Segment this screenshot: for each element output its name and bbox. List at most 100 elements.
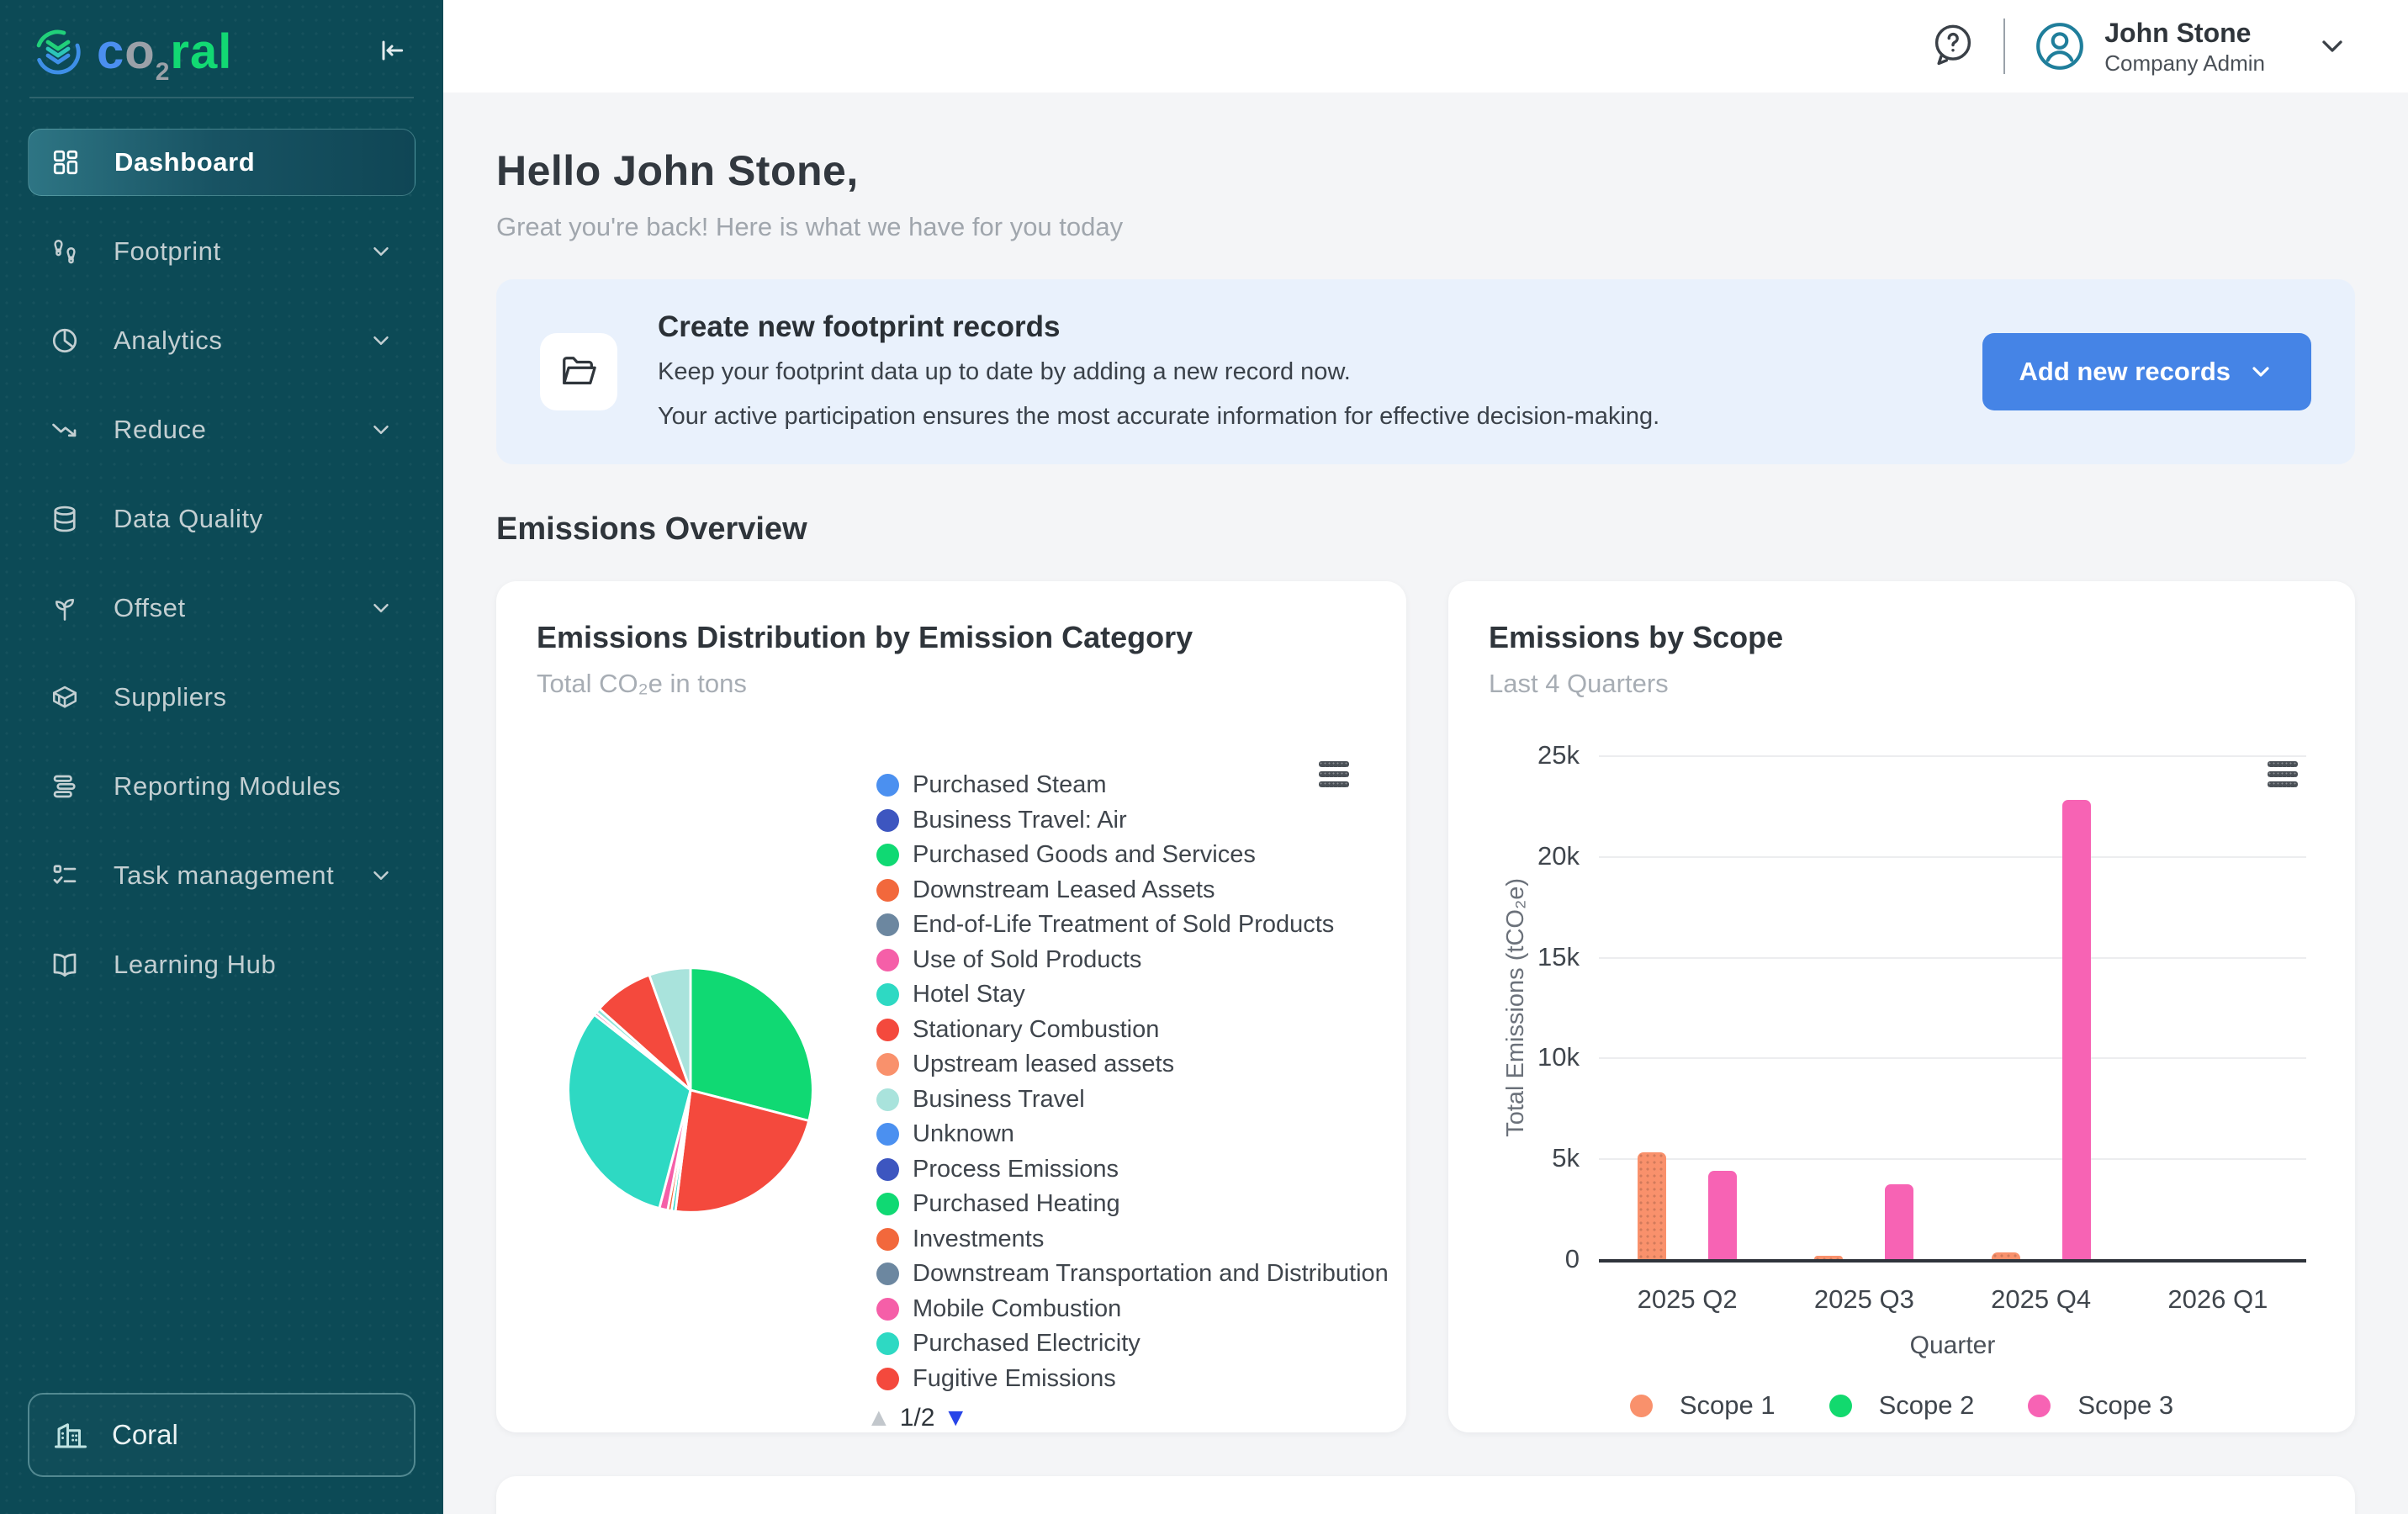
- add-new-records-label: Add new records: [2019, 357, 2231, 387]
- company-button[interactable]: Coral: [28, 1393, 415, 1477]
- sidebar-item-suppliers[interactable]: Suppliers: [28, 664, 415, 731]
- sidebar-item-dashboard[interactable]: Dashboard: [28, 129, 415, 196]
- sidebar-item-offset[interactable]: Offset: [28, 574, 415, 642]
- legend-dot: [876, 1368, 899, 1390]
- legend-item[interactable]: Unknown: [876, 1117, 1389, 1152]
- sidebar-item-footprint[interactable]: Footprint: [28, 218, 415, 285]
- legend-item[interactable]: Stationary Combustion: [876, 1013, 1389, 1048]
- bar-legend-item[interactable]: Scope 3: [2028, 1390, 2173, 1421]
- legend-label: Mobile Combustion: [913, 1295, 1121, 1323]
- bar-group-2025-q2: [1599, 755, 1776, 1259]
- create-records-banner: Create new footprint records Keep your f…: [496, 279, 2355, 464]
- legend-item[interactable]: Purchased Goods and Services: [876, 838, 1389, 873]
- legend-item[interactable]: Hotel Stay: [876, 977, 1389, 1013]
- coral-logo: co2ral: [31, 24, 232, 80]
- bar-legend-item[interactable]: Scope 1: [1630, 1390, 1776, 1421]
- bar-x-ticks: 2025 Q22025 Q32025 Q42026 Q1: [1599, 1284, 2306, 1315]
- legend-page-down-icon[interactable]: ▼: [943, 1404, 968, 1432]
- chevron-down-icon: [2247, 358, 2274, 385]
- x-axis-line: [1599, 1259, 2306, 1263]
- sidebar-item-data-quality[interactable]: Data Quality: [28, 485, 415, 553]
- legend-item[interactable]: Process Emissions: [876, 1152, 1389, 1188]
- sidebar-item-learning-hub[interactable]: Learning Hub: [28, 931, 415, 998]
- chevron-down-icon: [368, 328, 394, 353]
- add-new-records-button[interactable]: Add new records: [1982, 333, 2312, 410]
- bar-scope-1[interactable]: [1638, 1152, 1666, 1259]
- legend-item[interactable]: Purchased Electricity: [876, 1326, 1389, 1362]
- legend-label: End-of-Life Treatment of Sold Products: [913, 911, 1334, 939]
- bar-chart-card: Emissions by Scope Last 4 Quarters Total…: [1448, 581, 2355, 1432]
- sidebar-item-reporting-modules[interactable]: Reporting Modules: [28, 753, 415, 820]
- pie-card-subtitle: Total CO₂e in tons: [537, 669, 747, 699]
- y-tick-label: 15k: [1448, 942, 1580, 972]
- legend-item[interactable]: Downstream Transportation and Distributi…: [876, 1257, 1389, 1292]
- legend-dot: [876, 1088, 899, 1111]
- y-tick-label: 25k: [1448, 740, 1580, 770]
- bar-plot-area[interactable]: [1599, 755, 2306, 1259]
- bar-group-2025-q3: [1776, 755, 1952, 1259]
- sidebar-item-label: Suppliers: [114, 682, 227, 712]
- sidebar-item-label: Learning Hub: [114, 950, 276, 980]
- bar-legend-item[interactable]: Scope 2: [1829, 1390, 1975, 1421]
- folder-open-icon: [559, 352, 598, 391]
- collapse-arrow-icon: [375, 34, 409, 67]
- help-button[interactable]: [1931, 23, 1975, 70]
- topbar: John Stone Company Admin: [443, 0, 2408, 93]
- legend-item[interactable]: Purchased Steam: [876, 768, 1389, 803]
- bar-scope-3[interactable]: [1885, 1184, 1913, 1259]
- legend-label: Use of Sold Products: [913, 946, 1141, 974]
- legend-item[interactable]: Investments: [876, 1222, 1389, 1257]
- app-root: co2ral Dashboard Footprint Analytics Reduce…: [0, 0, 2408, 1514]
- coral-logo-text: co2ral: [97, 24, 232, 80]
- legend-item[interactable]: Downstream Leased Assets: [876, 873, 1389, 908]
- sidebar-item-label: Reduce: [114, 415, 206, 445]
- chevron-down-icon: [368, 863, 394, 888]
- legend-item[interactable]: Use of Sold Products: [876, 943, 1389, 978]
- legend-label: Purchased Goods and Services: [913, 841, 1256, 869]
- page-title: Hello John Stone,: [496, 146, 2355, 195]
- legend-label: Purchased Steam: [913, 771, 1107, 799]
- company-button-label: Coral: [112, 1419, 178, 1451]
- legend-item[interactable]: Fugitive Emissions: [876, 1362, 1389, 1397]
- sidebar-item-label: Data Quality: [114, 504, 263, 534]
- bar-scope-3[interactable]: [2062, 800, 2091, 1259]
- bar-scope-1[interactable]: [1814, 1256, 1843, 1259]
- legend-item[interactable]: Business Travel: [876, 1083, 1389, 1118]
- bar-scope-1[interactable]: [1992, 1252, 2020, 1259]
- content: Hello John Stone, Great you're back! Her…: [443, 93, 2408, 1514]
- legend-item[interactable]: Upstream leased assets: [876, 1047, 1389, 1083]
- legend-dot: [876, 809, 899, 832]
- sidebar-item-reduce[interactable]: Reduce: [28, 396, 415, 463]
- y-tick-label: 0: [1448, 1244, 1580, 1274]
- pie-chart[interactable]: [562, 961, 819, 1219]
- user-menu[interactable]: John Stone Company Admin: [2034, 16, 2349, 77]
- legend-label: Stationary Combustion: [913, 1016, 1159, 1044]
- legend-dot: [876, 1228, 899, 1251]
- bar-card-subtitle: Last 4 Quarters: [1489, 669, 1669, 699]
- sidebar-collapse-button[interactable]: [372, 30, 412, 73]
- sidebar-item-task-management[interactable]: Task management: [28, 842, 415, 909]
- legend-label: Purchased Electricity: [913, 1330, 1140, 1358]
- page-subtitle: Great you're back! Here is what we have …: [496, 212, 2355, 242]
- legend-dot: [876, 879, 899, 902]
- legend-label: Fugitive Emissions: [913, 1365, 1116, 1393]
- legend-page-up-icon[interactable]: ▲: [866, 1404, 892, 1432]
- dashboard-icon: [50, 147, 81, 177]
- sidebar-item-analytics[interactable]: Analytics: [28, 307, 415, 374]
- legend-item[interactable]: Mobile Combustion: [876, 1292, 1389, 1327]
- learning-icon: [50, 950, 80, 980]
- banner-line-1: Keep your footprint data up to date by a…: [658, 356, 1942, 389]
- y-tick-label: 5k: [1448, 1143, 1580, 1173]
- bar-card-title: Emissions by Scope: [1489, 620, 1783, 655]
- legend-item[interactable]: End-of-Life Treatment of Sold Products: [876, 908, 1389, 943]
- legend-dot: [876, 913, 899, 936]
- legend-dot: [1630, 1395, 1653, 1417]
- suppliers-icon: [50, 682, 80, 712]
- legend-dot: [876, 1263, 899, 1285]
- legend-item[interactable]: Purchased Heating: [876, 1187, 1389, 1222]
- pie-card-title: Emissions Distribution by Emission Categ…: [537, 620, 1193, 655]
- legend-item[interactable]: Business Travel: Air: [876, 803, 1389, 839]
- chevron-down-icon: [368, 239, 394, 264]
- topbar-divider: [2003, 19, 2005, 74]
- bar-scope-3[interactable]: [1708, 1171, 1737, 1259]
